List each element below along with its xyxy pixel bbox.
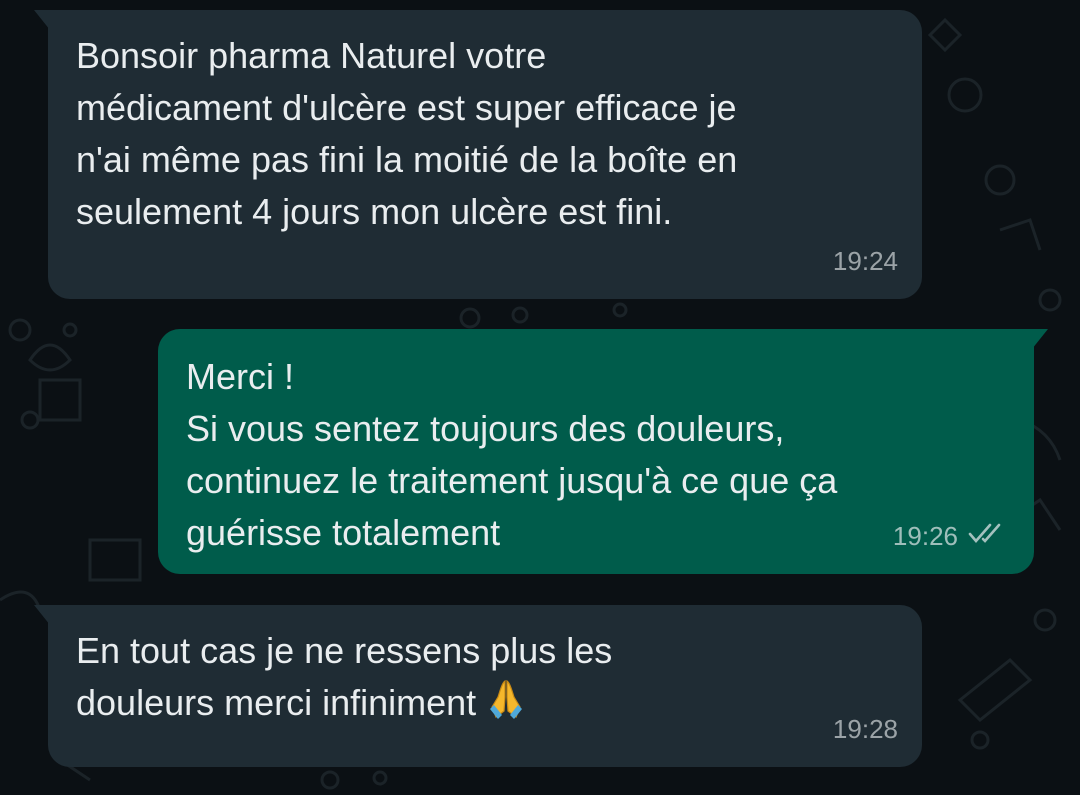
bubble-tail — [1032, 329, 1048, 349]
message-timestamp: 19:24 — [832, 246, 898, 276]
incoming-message-bubble[interactable]: Bonsoir pharma Naturel votre médicament … — [34, 10, 922, 299]
message-timestamp: 19:28 — [832, 714, 898, 744]
bubble-tail — [34, 605, 50, 625]
message-text: Merci ! Si vous sentez toujours des doul… — [186, 356, 838, 553]
message-timestamp: 19:26 — [892, 521, 958, 551]
message-text: Bonsoir pharma Naturel votre médicament … — [76, 35, 738, 232]
message-meta: 19:26 — [893, 510, 1006, 562]
message-text: En tout cas je ne ressens plus les doule… — [76, 625, 892, 735]
folded-hands-icon — [484, 677, 528, 735]
double-check-read-icon — [966, 510, 1006, 562]
bubble-tail — [34, 10, 50, 30]
chat-conversation-view[interactable]: Bonsoir pharma Naturel votre médicament … — [0, 0, 1080, 795]
incoming-message-bubble[interactable]: En tout cas je ne ressens plus les doule… — [34, 605, 922, 767]
message-meta: 19:28 — [833, 703, 898, 755]
outgoing-message-bubble[interactable]: Merci ! Si vous sentez toujours des doul… — [158, 329, 1048, 574]
message-meta: 19:24 — [833, 235, 898, 287]
